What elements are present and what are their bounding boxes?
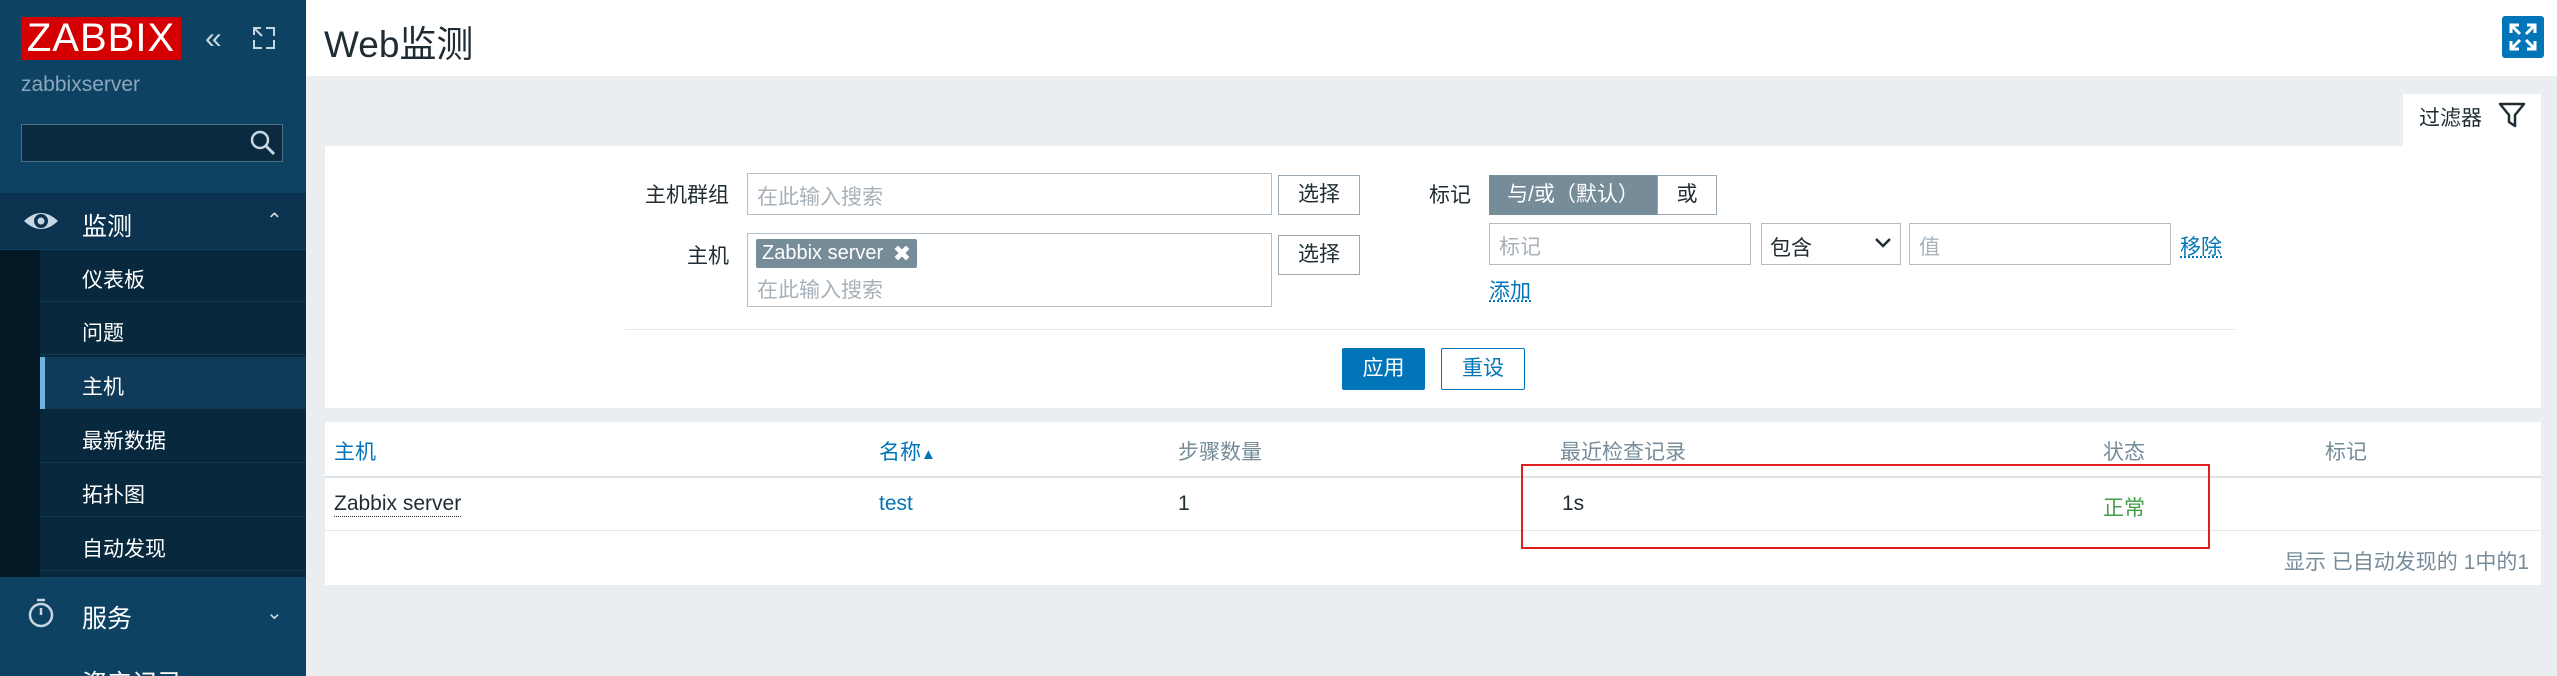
sidebar-item-discovery[interactable]: 自动发现 xyxy=(40,519,306,571)
host-group-select-button[interactable]: 选择 xyxy=(1278,175,1360,215)
column-header-tags: 标记 xyxy=(2325,441,2367,464)
fullscreen-icon xyxy=(2509,23,2537,51)
column-header-host[interactable]: 主机 xyxy=(334,436,376,466)
host-label: 主机 xyxy=(687,245,729,268)
stopwatch-icon xyxy=(28,598,54,628)
tag-name-placeholder: 标记 xyxy=(1499,236,1541,259)
menu-section-services[interactable]: 服务 ⌄ xyxy=(0,585,306,641)
fullscreen-button[interactable] xyxy=(2502,16,2544,58)
row-host-link[interactable]: Zabbix server xyxy=(334,492,462,517)
host-group-input[interactable]: 在此输入搜索 xyxy=(747,173,1272,215)
host-group-placeholder: 在此输入搜索 xyxy=(757,186,883,209)
filter-panel: 主机群组 在此输入搜索 选择 主机 Zabbix server ✖ 在此输入搜索… xyxy=(325,146,2541,408)
zabbix-logo[interactable]: ZABBIX xyxy=(21,17,181,60)
sidebar-item-dashboard[interactable]: 仪表板 xyxy=(40,250,306,302)
eye-icon xyxy=(24,213,58,229)
highlight-annotation-box xyxy=(1521,464,2210,549)
menu-section-inventory[interactable]: 资产记录 xyxy=(0,650,306,676)
tags-and-or-option[interactable]: 与/或（默认） xyxy=(1489,175,1657,215)
tag-value-placeholder: 值 xyxy=(1919,236,1940,259)
sidebar-item-hosts[interactable]: 主机 xyxy=(40,357,306,409)
menu-section-label: 服务 xyxy=(82,605,133,633)
menu-section-label: 资产记录 xyxy=(82,664,182,676)
host-placeholder: 在此输入搜索 xyxy=(757,279,883,302)
filter-divider xyxy=(625,329,2235,330)
column-header-name[interactable]: 名称▲ xyxy=(879,436,936,466)
sidebar-item-problems[interactable]: 问题 xyxy=(40,303,306,355)
list-icon xyxy=(22,662,60,676)
tag-operator-select[interactable]: 包含 xyxy=(1761,223,1901,265)
collapse-sidebar-icon[interactable]: « xyxy=(205,24,222,54)
sidebar-search-input[interactable] xyxy=(21,124,283,162)
selected-host-chip: Zabbix server ✖ xyxy=(756,239,918,268)
tags-or-option[interactable]: 或 xyxy=(1657,175,1717,215)
selected-host-label: Zabbix server xyxy=(762,242,884,264)
column-header-last-check: 最近检查记录 xyxy=(1560,441,1686,464)
page-header: Web监测 xyxy=(306,0,2557,76)
apply-button[interactable]: 应用 xyxy=(1342,348,1425,390)
column-header-steps: 步骤数量 xyxy=(1178,441,1262,464)
sidebar-item-label: 仪表板 xyxy=(82,269,145,292)
chevron-up-icon: ⌃ xyxy=(266,210,283,232)
row-steps: 1 xyxy=(1178,492,1190,515)
sort-ascending-icon: ▲ xyxy=(921,446,936,463)
funnel-icon xyxy=(2498,102,2526,128)
sidebar-item-label: 主机 xyxy=(82,376,124,399)
kiosk-mode-icon[interactable] xyxy=(252,26,276,50)
table-footer-count: 显示 已自动发现的 1中的1 xyxy=(2283,551,2529,574)
row-name-link[interactable]: test xyxy=(879,492,913,516)
tag-operator-value: 包含 xyxy=(1770,237,1812,260)
filter-tab[interactable]: 过滤器 xyxy=(2403,94,2541,146)
host-multiselect-input[interactable]: Zabbix server ✖ 在此输入搜索 xyxy=(747,233,1272,307)
host-group-label: 主机群组 xyxy=(645,184,729,207)
server-name: zabbixserver xyxy=(21,73,141,96)
filter-tab-label: 过滤器 xyxy=(2419,107,2482,130)
monitoring-submenu: 仪表板 问题 主机 最新数据 拓扑图 自动发现 xyxy=(0,250,306,577)
tags-label: 标记 xyxy=(1429,184,1471,207)
sidebar: ZABBIX « zabbixserver 监测 ⌃ 仪表板 问题 主机 最新数… xyxy=(0,0,306,676)
sidebar-item-label: 最新数据 xyxy=(82,430,166,453)
remove-tag-link[interactable]: 移除 xyxy=(2180,231,2222,261)
chevron-down-icon xyxy=(1875,238,1891,248)
remove-chip-icon[interactable]: ✖ xyxy=(893,239,911,268)
column-header-status: 状态 xyxy=(2103,441,2145,464)
sidebar-item-label: 自动发现 xyxy=(82,538,166,561)
page-title: Web监测 xyxy=(324,24,474,65)
menu-section-monitoring[interactable]: 监测 ⌃ xyxy=(0,193,306,249)
search-icon[interactable] xyxy=(250,130,276,156)
add-tag-link[interactable]: 添加 xyxy=(1489,275,1531,305)
column-header-name-label: 名称 xyxy=(879,441,921,464)
host-select-button[interactable]: 选择 xyxy=(1278,235,1360,275)
tag-value-input[interactable]: 值 xyxy=(1909,223,2171,265)
chevron-down-icon: ⌄ xyxy=(266,602,283,624)
menu-section-label: 监测 xyxy=(82,213,133,241)
sidebar-item-latest-data[interactable]: 最新数据 xyxy=(40,411,306,463)
reset-button[interactable]: 重设 xyxy=(1441,348,1525,390)
sidebar-item-label: 问题 xyxy=(82,322,124,345)
sidebar-item-label: 拓扑图 xyxy=(82,484,145,507)
submenu-indent-bar xyxy=(0,250,40,577)
tag-name-input[interactable]: 标记 xyxy=(1489,223,1751,265)
sidebar-item-maps[interactable]: 拓扑图 xyxy=(40,465,306,517)
